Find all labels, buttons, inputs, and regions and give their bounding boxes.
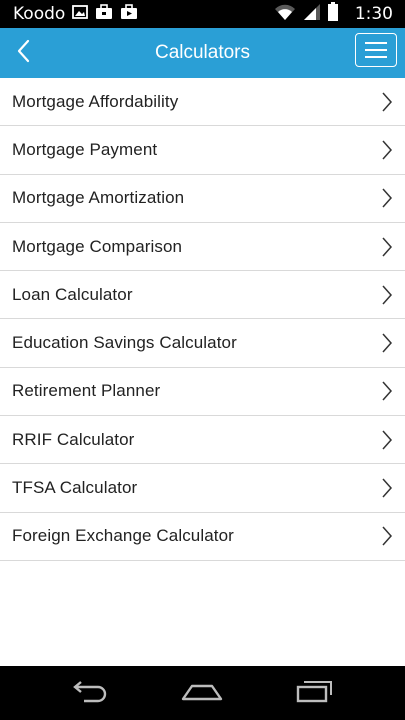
status-bar: Koodo 1:30 [0,0,405,28]
list-item-education-savings[interactable]: Education Savings Calculator [0,319,405,368]
list-item-mortgage-amortization[interactable]: Mortgage Amortization [0,175,405,223]
list-item-label: TFSA Calculator [12,478,138,498]
list-item-label: Mortgage Payment [12,139,158,159]
list-item-foreign-exchange[interactable]: Foreign Exchange Calculator [0,513,405,561]
app-header: Calculators [0,28,405,78]
list-item-retirement-planner[interactable]: Retirement Planner [0,368,405,417]
list-item-label: Loan Calculator [12,284,133,304]
back-arrow-icon [70,679,110,708]
chevron-right-icon [382,526,393,546]
chevron-right-icon [382,285,393,305]
chevron-right-icon [382,140,393,160]
clock: 1:30 [354,4,393,24]
calculator-list: Mortgage Affordability Mortgage Payment … [0,78,405,561]
back-button[interactable] [6,33,40,73]
page-title: Calculators [154,42,251,63]
list-item-label: Mortgage Amortization [12,188,185,208]
navigation-bar [0,666,405,720]
recent-apps-icon [295,678,335,709]
nav-back-button[interactable] [60,676,120,710]
list-item-label: Retirement Planner [12,381,161,401]
chevron-right-icon [382,381,393,401]
chevron-right-icon [382,92,393,112]
briefcase-icon [120,3,138,25]
chevron-right-icon [382,188,393,208]
list-item-tfsa-calculator[interactable]: TFSA Calculator [0,464,405,513]
list-item-mortgage-comparison[interactable]: Mortgage Comparison [0,223,405,272]
list-item-mortgage-affordability[interactable]: Mortgage Affordability [0,78,405,127]
wifi-icon [274,3,296,26]
list-item-rrif-calculator[interactable]: RRIF Calculator [0,416,405,465]
list-item-mortgage-payment[interactable]: Mortgage Payment [0,126,405,175]
list-item-label: Foreign Exchange Calculator [12,526,234,546]
list-item-loan-calculator[interactable]: Loan Calculator [0,271,405,320]
list-item-label: Education Savings Calculator [12,333,237,353]
chevron-right-icon [382,430,393,450]
chevron-right-icon [382,478,393,498]
nav-home-button[interactable] [172,676,232,710]
signal-icon [303,3,321,26]
list-item-label: Mortgage Affordability [12,91,179,111]
chevron-right-icon [382,333,393,353]
carrier-name: Koodo [13,4,66,24]
nav-recents-button[interactable] [285,676,345,710]
hamburger-menu-icon [365,40,387,61]
list-item-label: RRIF Calculator [12,429,135,449]
home-icon [180,679,224,708]
briefcase-icon [95,3,113,25]
chevron-right-icon [382,237,393,257]
battery-icon [327,2,338,26]
image-icon [72,4,89,24]
chevron-left-icon [16,39,30,68]
list-item-label: Mortgage Comparison [12,236,183,256]
menu-button[interactable] [355,33,397,67]
